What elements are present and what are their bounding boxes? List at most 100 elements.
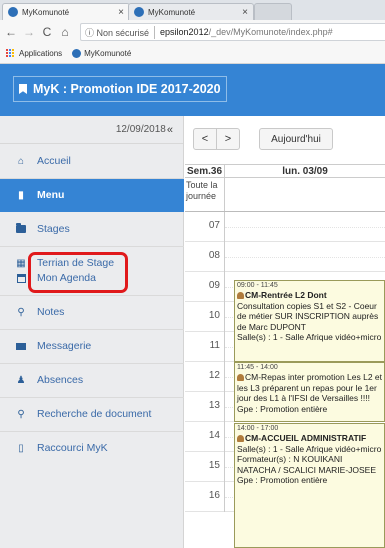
sidebar-item-label: Messagerie: [37, 340, 92, 352]
bookmark-label: Applications: [19, 49, 63, 58]
sidebar-item-recherche-de-document[interactable]: ⚲ Recherche de document: [0, 397, 184, 431]
bookmark-mykomunote[interactable]: MyKomunoté: [72, 49, 131, 58]
hour-label: 14: [185, 422, 225, 452]
divider: [0, 431, 184, 432]
current-date: 12/09/2018: [115, 124, 166, 135]
hour-slot[interactable]: 07: [185, 212, 385, 242]
new-tab-button[interactable]: [254, 3, 292, 20]
mykomunote-favicon-icon: [8, 7, 18, 17]
bookmark-applications[interactable]: Applications: [6, 49, 62, 58]
book-icon: ▮: [18, 189, 24, 201]
hour-label: 13: [185, 392, 225, 422]
event-details: Salle(s) : 1 - Salle Afrique vidéo+micro: [237, 443, 382, 454]
event-title: CM-ACCUEIL ADMINISTRATIF: [245, 433, 367, 443]
person-icon: [237, 374, 244, 381]
search-icon: ⚲: [17, 408, 25, 420]
next-week-button[interactable]: >: [216, 128, 240, 150]
tab-label: MyKomunoté: [148, 7, 196, 17]
sidebar-item-accueil[interactable]: ⌂ Accueil: [0, 144, 184, 178]
sidebar-item-label: Stages: [37, 223, 70, 235]
sidebar-item-menu[interactable]: ▮ Menu: [0, 178, 184, 212]
event-trainers: Formateur(s) : N KOUIKANI NATACHA / SCAL…: [237, 454, 377, 475]
hour-label: 10: [185, 302, 225, 332]
home-icon[interactable]: ⌂: [58, 25, 72, 39]
hour-label: 15: [185, 452, 225, 482]
tab-label: MyKomunoté: [22, 7, 70, 17]
highlight-annotation: [28, 252, 128, 293]
event-title: CM-Repas inter promotion Les L2 et les L…: [237, 372, 383, 403]
calendar-header: Sem.36 lun. 03/09: [185, 164, 385, 178]
hour-slot[interactable]: 08: [185, 242, 385, 272]
sidebar: 12/09/2018 « ⌂ Accueil ▮ Menu Stages ▦ T…: [0, 116, 184, 548]
sidebar-item-stages[interactable]: Stages: [0, 212, 184, 246]
browser-toolbar: ← → C ⌂ ⓘ Non sécurisé epsilon2012 /_dev…: [0, 20, 385, 44]
hour-label: 12: [185, 362, 225, 392]
bookmarks-bar: Applications MyKomunoté: [0, 44, 385, 64]
all-day-label: Toute la journée: [185, 178, 225, 211]
tab-close-icon[interactable]: ×: [118, 7, 124, 18]
hour-label: 07: [185, 212, 225, 242]
sidebar-item-label: Recherche de document: [37, 408, 152, 420]
app-title[interactable]: MyK : Promotion IDE 2017-2020: [13, 76, 227, 102]
sidebar-item-messagerie[interactable]: Messagerie: [0, 329, 184, 363]
event-time: 09:00 - 11:45: [237, 282, 278, 289]
today-button[interactable]: Aujourd'hui: [259, 128, 333, 150]
event-room: Salle(s) : 1 - Salle Afrique vidéo+micro: [237, 332, 382, 342]
event-time: 14:00 - 17:00: [237, 425, 279, 432]
calendar-event[interactable]: 14:00 - 17:00 CM-ACCUEIL ADMINISTRATIF S…: [234, 423, 385, 548]
divider: [0, 363, 184, 364]
envelope-icon: [14, 342, 28, 350]
all-day-row[interactable]: Toute la journée: [185, 178, 385, 212]
address-bar[interactable]: ⓘ Non sécurisé epsilon2012 /_dev/MyKomun…: [80, 23, 385, 41]
pin-icon: ⚲: [17, 306, 25, 318]
prev-week-button[interactable]: <: [193, 128, 217, 150]
sidebar-item-label: Menu: [37, 189, 65, 201]
sidebar-item-label: Notes: [37, 306, 65, 318]
person-icon: [237, 292, 244, 299]
person-icon: ♟: [16, 374, 26, 386]
person-icon: [237, 435, 244, 442]
sidebar-item-notes[interactable]: ⚲ Notes: [0, 295, 184, 329]
divider: [0, 246, 184, 247]
hour-label: 08: [185, 242, 225, 272]
event-details: Consultation copies S1 et S2 - Coeur de …: [237, 300, 379, 332]
security-indicator[interactable]: ⓘ Non sécurisé: [85, 25, 156, 39]
divider: [0, 295, 184, 296]
tab-close-icon[interactable]: ×: [242, 7, 248, 18]
mykomunote-favicon-icon: [72, 49, 82, 58]
day-header[interactable]: lun. 03/09: [225, 165, 385, 177]
sidebar-item-label: Raccourci MyK: [37, 442, 108, 454]
folder-icon: [14, 223, 28, 233]
app-header: MyK : Promotion IDE 2017-2020: [0, 64, 385, 116]
sidebar-date-bar: 12/09/2018 «: [0, 116, 183, 144]
divider: [0, 397, 184, 398]
app-title-text: MyK : Promotion IDE 2017-2020: [33, 82, 221, 96]
event-group: Gpe : Promotion entière: [237, 403, 328, 414]
calendar-view: < > Aujourd'hui Sem.36 lun. 03/09 Toute …: [185, 116, 385, 548]
calendar-event[interactable]: 09:00 - 11:45 CM-Rentrée L2 Dont Consult…: [234, 280, 385, 362]
home-icon: ⌂: [17, 155, 25, 167]
hour-label: 16: [185, 482, 225, 512]
browser-tabstrip: MyKomunoté × MyKomunoté ×: [0, 0, 385, 20]
apps-grid-icon: [6, 49, 15, 58]
sidebar-item-raccourci-myk[interactable]: ▯ Raccourci MyK: [0, 431, 184, 465]
browser-tab-active[interactable]: MyKomunoté ×: [2, 3, 130, 20]
sidebar-item-label: Absences: [37, 374, 84, 386]
browser-tab-second[interactable]: MyKomunoté ×: [128, 3, 254, 20]
reload-icon[interactable]: C: [40, 25, 54, 39]
calendar-event[interactable]: 11:45 - 14:00 CM-Repas inter promotion L…: [234, 362, 385, 422]
mykomunote-favicon-icon: [134, 7, 144, 17]
address-host: epsilon2012: [160, 27, 209, 37]
back-arrow-icon[interactable]: ←: [4, 25, 18, 39]
divider: [0, 178, 184, 179]
sidebar-item-absences[interactable]: ♟ Absences: [0, 363, 184, 397]
collapse-sidebar-icon[interactable]: «: [167, 124, 173, 136]
bookmark-label: MyKomunoté: [84, 49, 132, 58]
event-time: 11:45 - 14:00: [237, 364, 278, 371]
address-path: /_dev/MyKomunote/index.php#: [208, 27, 333, 37]
week-number: Sem.36: [185, 165, 225, 177]
phone-icon: ▯: [18, 442, 24, 454]
forward-arrow-icon[interactable]: →: [22, 25, 36, 39]
event-group: Gpe : Promotion entière: [237, 475, 328, 485]
bookmark-icon: [19, 84, 27, 94]
